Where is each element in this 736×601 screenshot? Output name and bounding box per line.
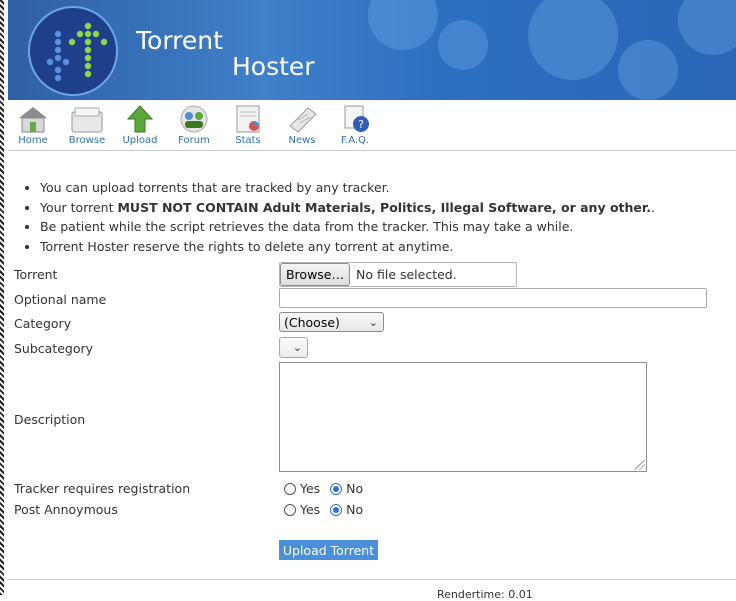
upload-icon — [126, 105, 154, 133]
upload-torrent-button[interactable]: Upload Torrent — [279, 540, 378, 560]
nav-item-browse[interactable]: Browse — [62, 104, 112, 148]
optional-name-input[interactable] — [279, 288, 707, 308]
site-title-line1: Torrent — [136, 26, 223, 55]
banner-bubble — [618, 40, 678, 100]
banner-bubble — [528, 0, 618, 80]
nav-item-upload[interactable]: Upload — [115, 104, 165, 148]
svg-text:?: ? — [358, 118, 364, 131]
rule-item: Your torrent MUST NOT CONTAIN Adult Mate… — [40, 200, 655, 220]
no-label: No — [346, 502, 364, 517]
rule-item: Be patient while the script retrieves th… — [40, 219, 655, 239]
rule-item: Torrent Hoster reserve the rights to del… — [40, 239, 655, 259]
description-label: Description — [14, 412, 86, 427]
post-anonymous-no-radio[interactable] — [330, 504, 343, 516]
nav-item-news[interactable]: News — [277, 104, 327, 148]
faq-icon: ? — [344, 105, 369, 132]
torrent-file-input[interactable]: Browse… No file selected. — [279, 262, 517, 287]
tracker-registration-yes-radio[interactable] — [284, 483, 296, 495]
description-textarea[interactable] — [279, 362, 647, 472]
category-label: Category — [14, 316, 72, 331]
forum-icon — [180, 105, 208, 133]
nav-label-browse[interactable]: Browse — [62, 135, 112, 146]
browse-icon — [71, 107, 103, 133]
tracker-registration-radio-group: Yes No — [284, 481, 369, 496]
banner-bubble — [678, 0, 736, 55]
no-label: No — [346, 481, 364, 496]
banner-bubble — [438, 20, 488, 70]
browse-button[interactable]: Browse… — [280, 263, 350, 286]
nav-label-forum[interactable]: Forum — [169, 135, 219, 146]
nav-item-stats[interactable]: Stats — [223, 104, 273, 148]
news-icon — [289, 107, 317, 133]
main-nav: Home Browse Upload Forum Stats News ? F.… — [8, 100, 736, 151]
torrent-label: Torrent — [14, 267, 58, 282]
nav-item-faq[interactable]: ? F.A.Q. — [330, 104, 380, 148]
rule-suffix: . — [651, 199, 656, 215]
nav-label-faq[interactable]: F.A.Q. — [330, 135, 380, 146]
subcategory-select[interactable]: ⌄ — [279, 337, 308, 358]
rule-prefix: Your torrent — [40, 199, 118, 215]
nav-label-upload[interactable]: Upload — [115, 135, 165, 146]
nav-item-home[interactable]: Home — [8, 104, 58, 148]
stats-icon — [236, 105, 260, 133]
site-title-line2: Hoster — [232, 52, 315, 81]
tracker-registration-no-radio[interactable] — [330, 483, 343, 495]
category-selected-value: (Choose) — [284, 315, 340, 330]
footer-divider — [8, 579, 736, 580]
rule-emphasis: MUST NOT CONTAIN Adult Materials, Politi… — [117, 199, 652, 215]
site-banner: Torrent Hoster — [8, 0, 736, 100]
site-logo — [28, 6, 118, 96]
subcategory-label: Subcategory — [14, 341, 94, 356]
yes-label: Yes — [300, 481, 321, 496]
nav-label-stats[interactable]: Stats — [223, 135, 273, 146]
upload-rules-list: You can upload torrents that are tracked… — [14, 180, 655, 258]
tracker-registration-label: Tracker requires registration — [14, 481, 191, 496]
chevron-down-icon: ⌄ — [292, 341, 302, 354]
banner-bubble — [368, 0, 438, 50]
file-status: No file selected. — [356, 267, 457, 282]
page-edge — [0, 0, 4, 595]
chevron-down-icon: ⌄ — [368, 316, 378, 329]
nav-label-home[interactable]: Home — [8, 135, 58, 146]
yes-label: Yes — [300, 502, 321, 517]
home-icon — [19, 107, 47, 133]
resize-handle-icon[interactable] — [635, 460, 645, 470]
post-anonymous-label: Post Annoymous — [14, 502, 118, 517]
post-anonymous-radio-group: Yes No — [284, 502, 369, 517]
nav-item-forum[interactable]: Forum — [169, 104, 219, 148]
rule-item: You can upload torrents that are tracked… — [40, 180, 655, 200]
nav-label-news[interactable]: News — [277, 135, 327, 146]
category-select[interactable]: (Choose) ⌄ — [279, 312, 384, 332]
optional-name-label: Optional name — [14, 292, 107, 307]
post-anonymous-yes-radio[interactable] — [284, 504, 296, 516]
